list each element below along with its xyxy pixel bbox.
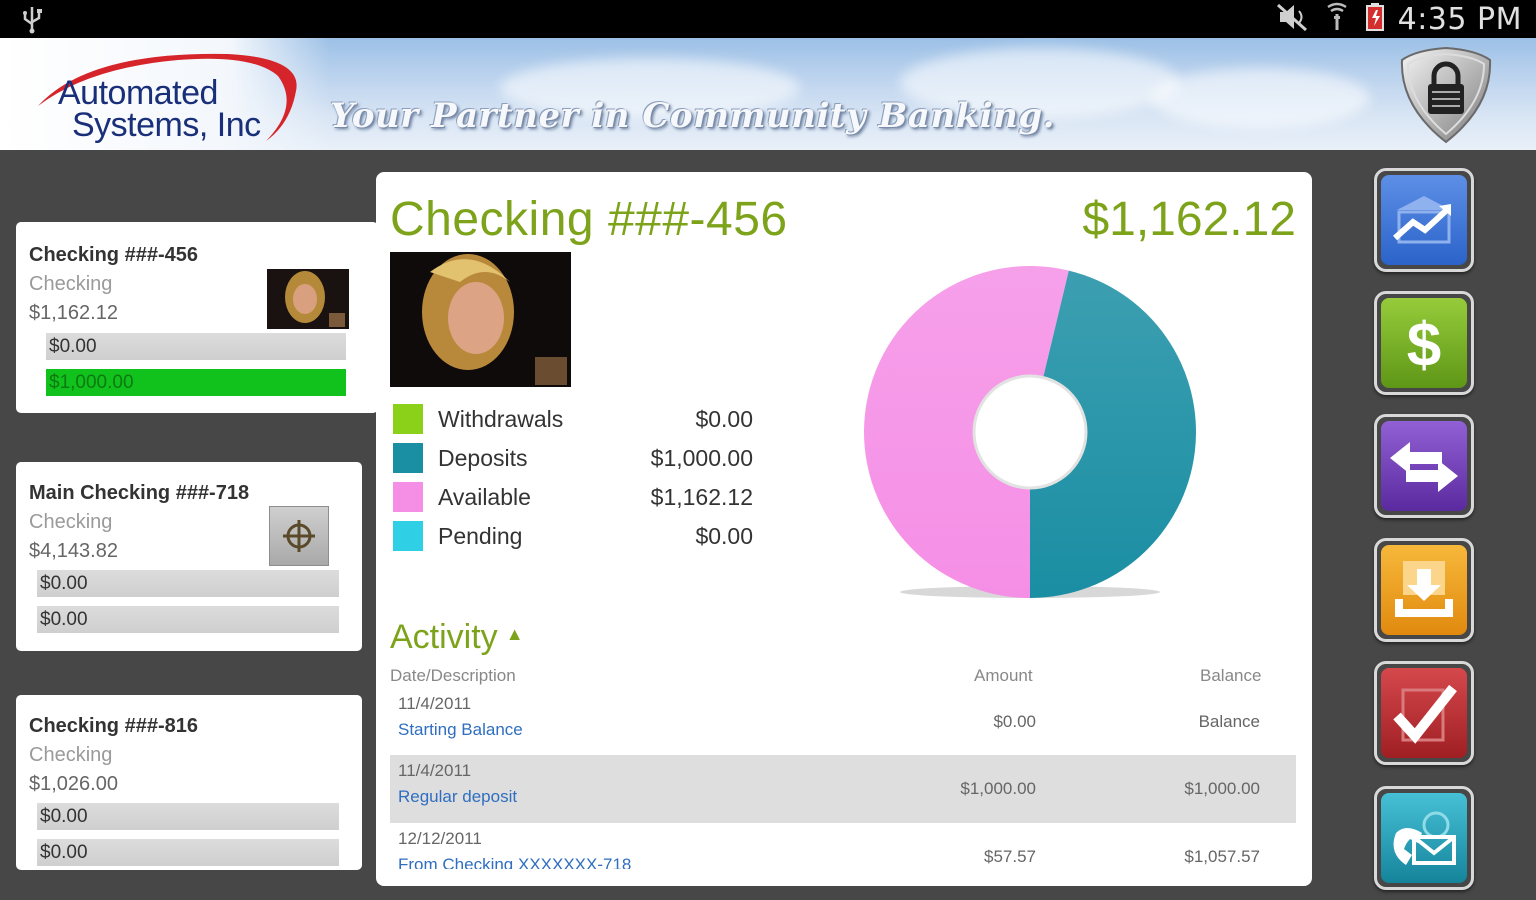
account-detail-panel: Checking ###-456 $1,162.12 Withdrawals $…: [376, 172, 1312, 886]
bill-pay-button[interactable]: [1374, 661, 1474, 765]
account-name: Main Checking ###-718: [29, 482, 250, 504]
legend-swatch: [393, 482, 423, 512]
column-header-description: Date/Description: [390, 666, 516, 685]
legend-label: Available: [438, 484, 531, 510]
account-card[interactable]: Main Checking ###-718 Checking $4,143.82…: [16, 462, 362, 651]
checkmark-icon: [1381, 668, 1467, 758]
accounts-icon: [1381, 175, 1467, 265]
mute-icon: [1276, 2, 1310, 36]
contact-button[interactable]: [1374, 786, 1474, 890]
status-bar: 4:35 PM: [0, 0, 1536, 38]
account-balance: $4,143.82: [29, 540, 118, 562]
payments-button[interactable]: $: [1374, 291, 1474, 395]
tagline: Your Partner in Community Banking.: [330, 96, 1055, 136]
tx-amount: $0.00: [993, 712, 1036, 731]
legend-swatch: [393, 443, 423, 473]
company-logo: Automated Systems, Inc: [28, 46, 318, 146]
tx-amount: $57.57: [984, 847, 1036, 866]
table-row[interactable]: 11/4/2011 Regular deposit $1,000.00 $1,0…: [390, 755, 1296, 823]
legend-value: $0.00: [695, 406, 753, 432]
pending-bar: $0.00: [37, 803, 339, 830]
account-amount: $1,162.12: [1082, 193, 1296, 246]
table-row[interactable]: 12/12/2011 From Checking XXXXXXX-718 $57…: [390, 823, 1296, 869]
tx-description[interactable]: From Checking XXXXXXX-718: [398, 855, 631, 869]
tx-balance: $1,000.00: [1184, 779, 1260, 798]
account-name: Checking ###-456: [29, 244, 198, 266]
tx-description[interactable]: Regular deposit: [398, 787, 517, 807]
legend-pending: Pending $0.00: [393, 521, 753, 555]
column-header-balance: Balance: [1200, 666, 1262, 685]
account-title: Checking ###-456: [390, 193, 788, 246]
header-banner: Automated Systems, Inc Your Partner in C…: [0, 38, 1536, 150]
dollar-icon: $: [1381, 298, 1467, 388]
legend-deposits: Deposits $1,000.00: [393, 443, 753, 477]
table-row[interactable]: 11/4/2011 Starting Balance $0.00 Balance: [390, 688, 1296, 756]
pending-bar: $0.00: [37, 570, 339, 597]
tx-balance: Balance: [1198, 712, 1260, 731]
activity-title: Activity: [390, 618, 498, 656]
donut-hole: [972, 374, 1088, 490]
account-balance: $1,026.00: [29, 773, 118, 795]
tx-date: 11/4/2011: [398, 694, 472, 713]
pending-bar: $0.00: [46, 333, 346, 360]
tx-balance: $1,057.57: [1184, 847, 1260, 866]
legend-label: Withdrawals: [438, 406, 564, 432]
account-type: Checking: [29, 273, 113, 295]
transfer-icon: [1381, 421, 1467, 511]
logo-line2: Systems, Inc: [72, 106, 261, 144]
tx-date: 11/4/2011: [398, 761, 472, 780]
legend-label: Pending: [438, 523, 523, 549]
clock: 4:35 PM: [1397, 1, 1522, 37]
contact-icon: [1381, 793, 1467, 883]
legend-value: $0.00: [695, 523, 753, 549]
legend-swatch: [393, 404, 423, 434]
target-icon[interactable]: [269, 506, 329, 566]
signal-icon: [1322, 2, 1352, 36]
column-header-amount: Amount: [974, 666, 1033, 685]
transfer-button[interactable]: [1374, 414, 1474, 518]
account-photo: [267, 269, 349, 329]
account-type: Checking: [29, 744, 113, 766]
accounts-button[interactable]: [1374, 168, 1474, 272]
legend-value: $1,162.12: [650, 484, 753, 510]
tx-description[interactable]: Starting Balance: [398, 720, 523, 740]
legend-swatch: [393, 521, 423, 551]
collapse-arrow-icon[interactable]: ▲: [506, 624, 524, 644]
usb-icon: [18, 4, 46, 38]
account-card[interactable]: Checking ###-816 Checking $1,026.00 $0.0…: [16, 695, 362, 870]
account-balance: $1,162.12: [29, 302, 118, 324]
deposit-button[interactable]: [1374, 538, 1474, 642]
battery-icon: [1364, 2, 1386, 36]
activity-header[interactable]: Activity ▲: [390, 618, 524, 657]
deposit-icon: [1381, 545, 1467, 635]
deposits-bar: $0.00: [37, 839, 339, 866]
account-type: Checking: [29, 511, 113, 533]
deposits-bar: $0.00: [37, 606, 339, 633]
account-card[interactable]: Checking ###-456 Checking $1,162.12 $0.0…: [16, 222, 378, 413]
balance-donut-chart: [863, 266, 1196, 598]
account-name: Checking ###-816: [29, 715, 198, 737]
legend-label: Deposits: [438, 445, 528, 471]
legend-withdrawals: Withdrawals $0.00: [393, 404, 753, 438]
legend-value: $1,000.00: [650, 445, 753, 471]
tx-date: 12/12/2011: [398, 829, 482, 848]
tx-amount: $1,000.00: [960, 779, 1036, 798]
deposits-bar: $1,000.00: [46, 369, 346, 396]
account-photo: [390, 252, 571, 387]
lock-shield-icon[interactable]: [1398, 46, 1494, 144]
svg-text:$: $: [1407, 311, 1441, 380]
legend-available: Available $1,162.12: [393, 482, 753, 516]
